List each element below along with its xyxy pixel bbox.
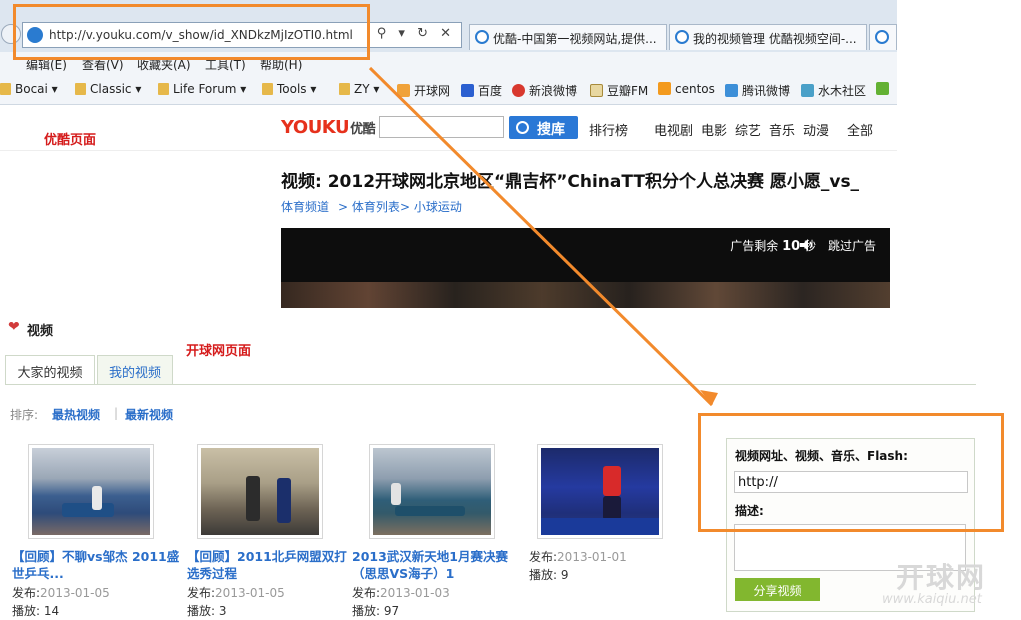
annotation-arrow (368, 66, 718, 407)
